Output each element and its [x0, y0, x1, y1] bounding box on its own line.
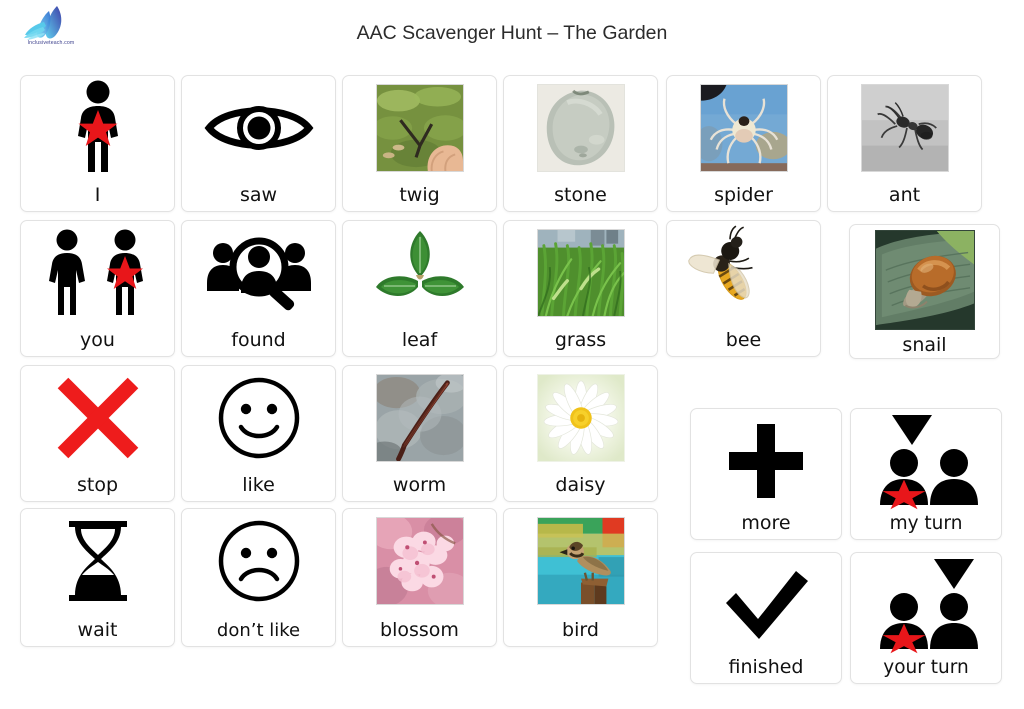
sad-face-icon — [182, 513, 335, 609]
checkmark-icon — [691, 557, 841, 653]
card-label: I — [94, 184, 101, 206]
two-busts-triangle-over-left-icon — [851, 413, 1001, 510]
twig-photo — [343, 80, 496, 176]
card-label: daisy — [555, 474, 606, 496]
card-label: twig — [399, 184, 440, 206]
card-found[interactable]: found — [181, 220, 336, 357]
page-header: Inclusiveteach.com AAC Scavenger Hunt – … — [0, 0, 1024, 62]
aac-board-page: Inclusiveteach.com AAC Scavenger Hunt – … — [0, 0, 1024, 709]
card-daisy[interactable]: daisy — [503, 365, 658, 502]
people-with-magnifier-icon — [182, 225, 335, 321]
snail-on-leaf-photo — [850, 227, 999, 333]
card-leaf[interactable]: leaf — [342, 220, 497, 357]
card-spider[interactable]: spider — [666, 75, 821, 212]
spider-photo — [667, 80, 820, 176]
card-grass[interactable]: grass — [503, 220, 658, 357]
card-bee[interactable]: bee — [666, 220, 821, 357]
bee-photo — [667, 225, 820, 321]
smiley-face-icon — [182, 370, 335, 466]
card-saw[interactable]: saw — [181, 75, 336, 212]
red-cross-icon — [21, 370, 174, 466]
card-my-turn[interactable]: my turn — [850, 408, 1002, 540]
card-bird[interactable]: bird — [503, 508, 658, 647]
card-label: like — [242, 474, 275, 496]
pink-blossom-photo — [343, 513, 496, 609]
card-label: your turn — [883, 656, 969, 678]
card-label: bee — [725, 329, 762, 351]
page-title: AAC Scavenger Hunt – The Garden — [356, 22, 668, 44]
ant-photo — [828, 80, 981, 176]
card-dont-like[interactable]: don’t like — [181, 508, 336, 647]
card-label: bird — [562, 619, 599, 641]
bird-photo — [504, 513, 657, 609]
hourglass-icon — [21, 513, 174, 609]
card-your-turn[interactable]: your turn — [850, 552, 1002, 684]
card-label: saw — [239, 184, 278, 206]
card-label: wait — [77, 619, 118, 641]
two-people-second-with-red-star-icon — [21, 225, 174, 321]
two-busts-triangle-over-right-icon — [851, 557, 1001, 654]
card-label: leaf — [401, 329, 438, 351]
card-more[interactable]: more — [690, 408, 842, 540]
card-like[interactable]: like — [181, 365, 336, 502]
card-label: blossom — [380, 619, 459, 641]
grass-photo — [504, 225, 657, 321]
card-label: you — [80, 329, 115, 351]
eye-icon — [182, 80, 335, 176]
card-label: grass — [554, 329, 607, 351]
card-label: more — [741, 512, 791, 534]
three-green-leaves-photo — [343, 225, 496, 321]
card-label: spider — [714, 184, 773, 206]
card-twig[interactable]: twig — [342, 75, 497, 212]
card-label: found — [231, 329, 286, 351]
card-snail[interactable]: snail — [849, 224, 1000, 359]
card-label: worm — [392, 474, 447, 496]
card-label: stone — [554, 184, 607, 206]
card-wait[interactable]: wait — [20, 508, 175, 647]
card-you[interactable]: you — [20, 220, 175, 357]
card-worm[interactable]: worm — [342, 365, 497, 502]
person-with-red-star-icon — [21, 80, 174, 176]
worm-photo — [343, 370, 496, 466]
stone-photo — [504, 80, 657, 176]
card-label: my turn — [889, 512, 963, 534]
card-ant[interactable]: ant — [827, 75, 982, 212]
card-stop[interactable]: stop — [20, 365, 175, 502]
card-stone[interactable]: stone — [503, 75, 658, 212]
card-label: snail — [902, 334, 947, 356]
card-label: don’t like — [216, 620, 301, 641]
card-i[interactable]: I — [20, 75, 175, 212]
card-label: finished — [728, 656, 804, 678]
card-label: ant — [888, 184, 921, 206]
card-label: stop — [76, 474, 119, 496]
card-blossom[interactable]: blossom — [342, 508, 497, 647]
card-finished[interactable]: finished — [690, 552, 842, 684]
daisy-photo — [504, 370, 657, 466]
plus-icon — [691, 413, 841, 509]
